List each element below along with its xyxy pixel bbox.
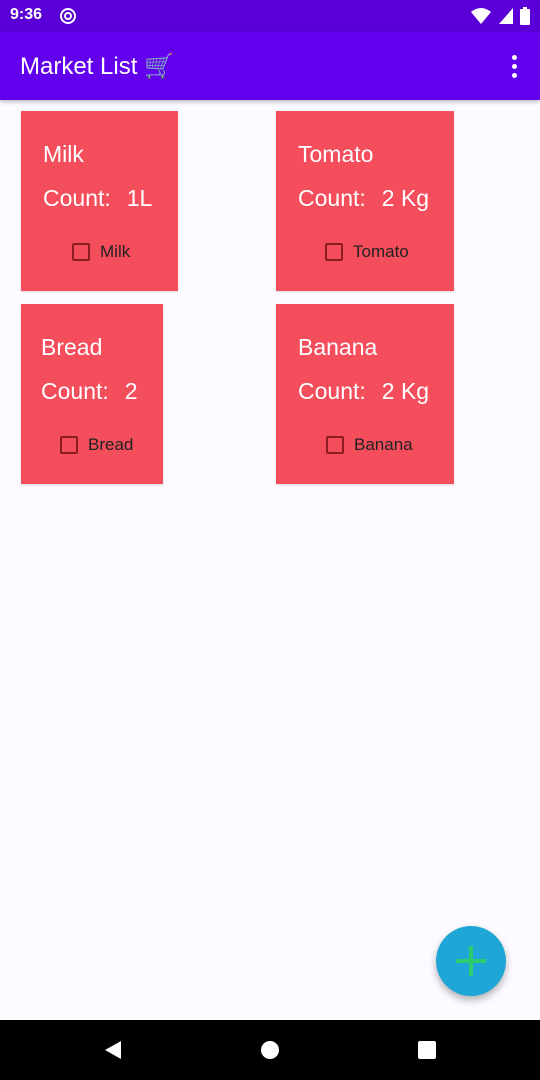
checkbox-box[interactable] [326,436,344,454]
checkbox-box[interactable] [72,243,90,261]
back-triangle-icon[interactable] [103,1040,123,1060]
home-circle-icon[interactable] [260,1040,280,1060]
checkbox-label: Banana [354,435,413,454]
item-count: Count: 2 Kg [298,185,429,212]
item-checkbox-banana[interactable]: Banana [326,435,413,455]
add-item-button[interactable] [436,926,506,996]
checkbox-label: Milk [100,242,131,261]
battery-icon [520,7,530,25]
wifi-icon [471,8,491,24]
status-bar: 9:36 [0,0,540,32]
item-name: Bread [41,334,103,360]
recents-square-icon[interactable] [417,1040,437,1060]
item-checkbox-tomato[interactable]: Tomato [325,242,409,262]
count-value: 2 [124,378,138,404]
item-checkbox-milk[interactable]: Milk [72,242,130,262]
item-checkbox-bread[interactable]: Bread [60,435,133,455]
item-name: Tomato [298,141,374,167]
checkbox-label: Tomato [353,242,409,261]
checkbox-box[interactable] [325,243,343,261]
count-value: 2 Kg [381,378,430,404]
at-sign-icon [60,8,76,24]
item-card-banana[interactable]: Banana Count: 2 Kg Banana [276,304,454,484]
app-bar: Market List 🛒 [0,32,540,100]
checkbox-box[interactable] [60,436,78,454]
system-navigation-bar [0,1020,540,1080]
item-card-milk[interactable]: Milk Count: 1L Milk [21,111,178,291]
count-value: 1L [126,185,153,211]
item-card-bread[interactable]: Bread Count: 2 Bread [21,304,163,484]
item-count: Count: 2 [41,378,138,405]
item-card-tomato[interactable]: Tomato Count: 2 Kg Tomato [276,111,454,291]
item-name: Milk [43,141,84,167]
more-vert-icon[interactable] [502,50,526,82]
plus-icon [456,946,486,976]
count-label: Count: [41,378,109,404]
item-count: Count: 2 Kg [298,378,429,405]
status-icons [470,6,530,26]
checkbox-label: Bread [88,435,134,454]
item-count: Count: 1L [43,185,152,212]
app-title: Market List 🛒 [20,53,174,80]
item-name: Banana [298,334,378,360]
count-label: Count: [298,378,366,404]
status-time: 9:36 [10,6,43,23]
count-label: Count: [43,185,111,211]
count-value: 2 Kg [381,185,430,211]
count-label: Count: [298,185,366,211]
signal-icon [499,8,513,24]
